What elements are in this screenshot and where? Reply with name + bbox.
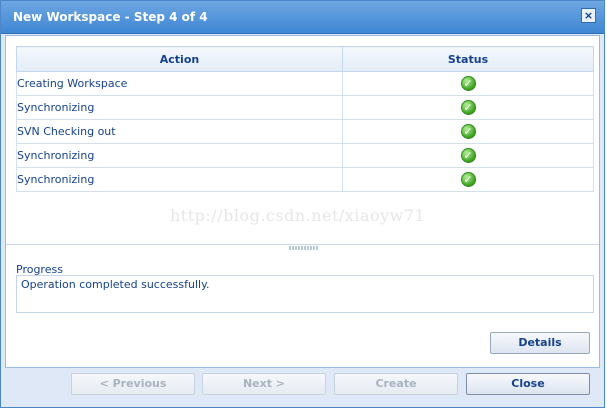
column-header-status[interactable]: Status [342,46,594,72]
status-cell: ✓ [342,119,594,144]
title-bar[interactable]: New Workspace - Step 4 of 4 × [1,1,604,34]
new-workspace-dialog: New Workspace - Step 4 of 4 × Action Sta… [0,0,605,408]
action-cell: SVN Checking out [16,119,343,144]
action-status-table: Action Status Creating Workspace ✓ Synch… [16,46,594,192]
check-icon: ✓ [460,124,476,139]
table-row[interactable]: Creating Workspace ✓ [16,71,594,96]
close-icon[interactable]: × [581,8,596,23]
close-button[interactable]: Close [466,373,590,395]
column-header-action[interactable]: Action [16,46,343,72]
dialog-title: New Workspace - Step 4 of 4 [13,10,208,24]
status-cell: ✓ [342,95,594,120]
splitter-grip-icon[interactable] [289,246,319,250]
check-icon: ✓ [460,172,476,187]
table-row[interactable]: Synchronizing ✓ [16,167,594,192]
table-row[interactable]: SVN Checking out ✓ [16,119,594,144]
dialog-content: Action Status Creating Workspace ✓ Synch… [5,35,600,368]
status-cell: ✓ [342,143,594,168]
create-button[interactable]: Create [334,373,458,395]
check-icon: ✓ [460,148,476,163]
action-cell: Synchronizing [16,143,343,168]
action-cell: Creating Workspace [16,71,343,96]
table-row[interactable]: Synchronizing ✓ [16,95,594,120]
status-cell: ✓ [342,167,594,192]
status-cell: ✓ [342,71,594,96]
table-row[interactable]: Synchronizing ✓ [16,143,594,168]
progress-message: Operation completed successfully. [21,278,210,291]
watermark: http://blog.csdn.net/xiaoyw71 [170,206,426,225]
check-icon: ✓ [460,100,476,115]
wizard-footer: < Previous Next > Create Close [1,369,604,409]
action-cell: Synchronizing [16,167,343,192]
progress-output: Operation completed successfully. [16,275,594,313]
splitter [6,244,599,245]
next-button[interactable]: Next > [202,373,326,395]
table-header-row: Action Status [16,46,594,72]
previous-button[interactable]: < Previous [71,373,195,395]
details-button[interactable]: Details [490,332,590,354]
check-icon: ✓ [460,76,476,91]
action-cell: Synchronizing [16,95,343,120]
